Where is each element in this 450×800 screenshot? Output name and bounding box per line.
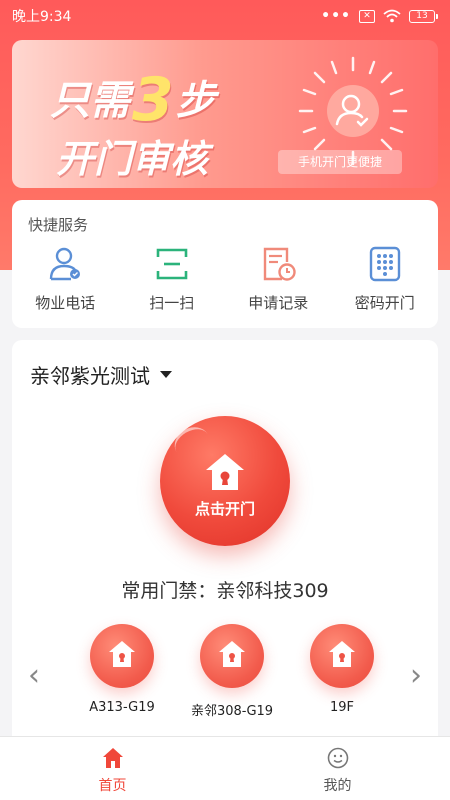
- door-control-card: 亲邻紫光测试 点击开门 常用门禁：亲邻科技309 ‹ › A313-G19 亲邻…: [12, 340, 438, 760]
- banner-tagline: 手机开门更便捷: [278, 150, 402, 174]
- banner-step-number: 3: [132, 65, 174, 135]
- caret-down-icon: [160, 371, 172, 378]
- house-lock-icon: [109, 641, 135, 667]
- more-dots-icon: •••: [321, 8, 351, 24]
- status-icons: ••• ✕ 13: [321, 8, 438, 24]
- common-door-text: 常用门禁：亲邻科技309: [121, 580, 329, 602]
- quick-item-property-phone[interactable]: 物业电话: [15, 246, 115, 313]
- scan-icon: [156, 248, 188, 280]
- tab-label: 我的: [323, 778, 352, 794]
- quick-item-label: 申请记录: [248, 294, 309, 312]
- keypad-icon: [369, 246, 400, 282]
- promo-banner[interactable]: 只需 3 步 开门审核 手机开门更便捷: [12, 40, 438, 188]
- smiley-face-icon: [327, 747, 348, 769]
- door-list: A313-G19 亲邻308-G19 19F: [72, 624, 392, 719]
- quick-item-label: 物业电话: [35, 294, 96, 312]
- door-label: A313-G19: [89, 700, 155, 715]
- door-button: [200, 624, 264, 688]
- home-icon: [102, 748, 123, 768]
- door-item-308[interactable]: 亲邻308-G19: [182, 624, 282, 719]
- quick-item-label: 密码开门: [354, 294, 415, 312]
- quick-services-card: 快捷服务 物业电话 扫一扫 申请记录 密码开门: [12, 200, 438, 328]
- house-lock-icon: [219, 641, 245, 667]
- bottom-tab-bar: 首页 我的: [0, 736, 450, 800]
- tab-home[interactable]: 首页: [0, 737, 225, 800]
- user-phone-icon: [50, 247, 81, 281]
- quick-item-records[interactable]: 申请记录: [228, 246, 328, 313]
- battery-level: 13: [409, 9, 435, 23]
- quick-item-password-open[interactable]: 密码开门: [335, 246, 435, 313]
- house-lock-icon: [329, 641, 355, 667]
- quick-item-label: 扫一扫: [149, 294, 195, 312]
- door-label: 19F: [329, 700, 355, 715]
- status-time: 晚上9:34: [12, 9, 72, 25]
- quick-item-scan[interactable]: 扫一扫: [122, 246, 222, 313]
- quick-services-title: 快捷服务: [28, 216, 89, 234]
- banner-subheadline: 开门审核: [56, 137, 209, 181]
- banner-headline: 只需 3 步: [50, 65, 216, 135]
- quick-services-list: 物业电话 扫一扫 申请记录 密码开门: [12, 246, 438, 313]
- house-lock-icon: [206, 454, 244, 490]
- battery-icon: 13: [409, 9, 438, 23]
- record-clock-icon: [264, 247, 296, 281]
- door-item-19f[interactable]: 19F: [292, 624, 392, 719]
- door-button: [90, 624, 154, 688]
- tab-mine[interactable]: 我的: [225, 737, 450, 800]
- community-selector[interactable]: 亲邻紫光测试: [30, 360, 172, 389]
- prev-arrow-icon[interactable]: ‹: [28, 658, 40, 693]
- door-item-a313[interactable]: A313-G19: [72, 624, 172, 719]
- sim-icon: ✕: [359, 9, 375, 23]
- door-label: 亲邻308-G19: [190, 704, 274, 719]
- wifi-icon: [383, 9, 401, 23]
- status-bar: 晚上9:34 ••• ✕ 13: [0, 0, 450, 32]
- next-arrow-icon[interactable]: ›: [410, 658, 422, 693]
- open-door-label: 点击开门: [194, 500, 255, 518]
- door-button: [310, 624, 374, 688]
- open-door-button[interactable]: 点击开门: [160, 416, 290, 546]
- community-name: 亲邻紫光测试: [30, 364, 150, 388]
- tab-label: 首页: [98, 778, 127, 794]
